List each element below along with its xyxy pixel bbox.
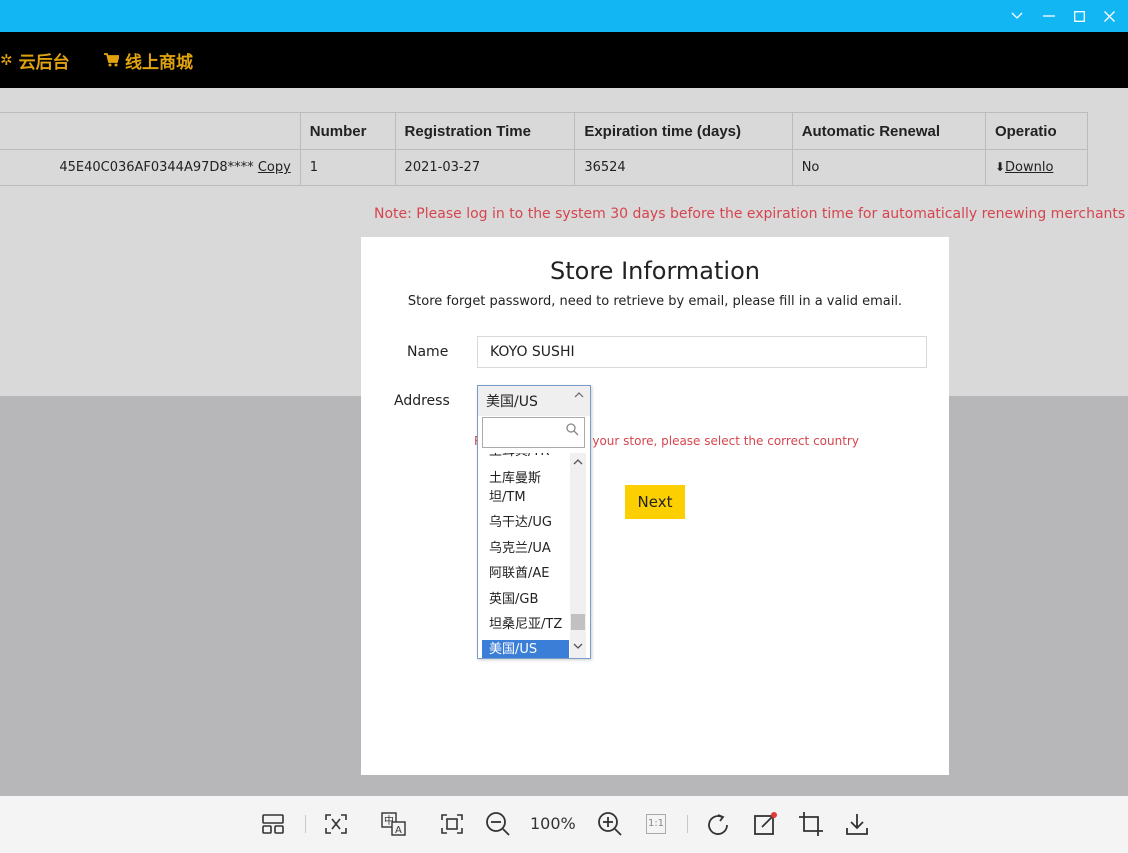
country-option-selected[interactable]: 美国/US [482,640,569,658]
cell-expiration-days: 36524 [574,149,793,186]
cart-icon [104,53,119,67]
country-option[interactable]: 土耳其/TR [482,453,569,461]
fit-screen-icon[interactable] [322,810,350,838]
country-dropdown[interactable]: 美国/US 土耳其/TR 土库曼斯坦/TM 乌干达/UG 乌克兰/UA 阿联酋/… [477,385,591,659]
expiration-note: Note: Please log in to the system 30 day… [374,206,1128,222]
next-button[interactable]: Next [625,485,685,519]
country-list-scrollbar[interactable] [570,453,586,658]
crop-icon[interactable] [797,810,825,838]
cell-operation: ⬇Downlo [984,149,1089,186]
layout-icon[interactable] [259,810,287,838]
table-row: 45E40C036AF0344A97D8**** Copy 1 2021-03-… [0,149,1089,186]
store-info-modal: Store Information Store forget password,… [361,237,949,775]
toolbar-divider [305,815,306,833]
window-titlebar [0,0,1128,32]
country-option[interactable]: 乌克兰/UA [482,539,569,558]
column-header-automatic-renewal: Automatic Renewal [791,112,986,150]
zoom-in-icon[interactable] [596,810,624,838]
nav-cloud-backend[interactable]: ✲ 云后台 [0,32,70,88]
country-select[interactable]: 美国/US [478,386,590,416]
cell-code: 45E40C036AF0344A97D8**** Copy [0,149,301,186]
translate-icon[interactable]: 中A [380,810,408,838]
country-option[interactable]: 土库曼斯坦/TM [482,469,569,507]
zoom-out-icon[interactable] [484,810,512,838]
window-close-icon[interactable] [1094,0,1124,32]
app-window: ✲ 云后台 线上商城 ode Number Registration Time … [0,32,1128,853]
scroll-up-icon[interactable] [570,455,586,471]
nav-cloud-backend-label: 云后台 [18,52,70,73]
toolbar-divider [687,815,688,833]
image-viewer-toolbar: 中A 100% 1:1 [0,796,1128,853]
cell-registration-time: 2021-03-27 [394,149,576,186]
address-hint-text: your store, please select the correct co… [592,434,859,448]
actual-size-icon[interactable]: 1:1 [642,810,670,838]
cell-number: 1 [299,149,396,186]
name-label: Name [407,344,449,360]
chevron-up-icon [574,391,584,399]
column-header-registration-time: Registration Time [394,112,576,150]
modal-subtitle: Store forget password, need to retrieve … [407,294,903,309]
nav-online-mall[interactable]: 线上商城 [104,32,193,88]
app-header: ✲ 云后台 线上商城 [0,32,1128,88]
window-minimize-icon[interactable] [1034,0,1064,32]
column-header-operation: Operatio [984,112,1089,150]
rotate-icon[interactable] [704,810,732,838]
country-option[interactable]: 英国/GB [482,590,569,609]
download-icon: ⬇ [994,160,1006,174]
scrollbar-thumb[interactable] [571,614,585,630]
column-header-number: Number [299,112,396,150]
name-input[interactable] [477,336,927,368]
download-icon[interactable] [843,810,871,838]
scroll-down-icon[interactable] [570,639,586,655]
license-code: 45E40C036AF0344A97D8**** [59,160,254,175]
window-maximize-icon[interactable] [1064,0,1094,32]
cell-auto-renewal: No [791,149,986,186]
gear-icon: ✲ [0,51,13,69]
download-link[interactable]: Downlo [1005,160,1053,175]
country-options-list: 土耳其/TR 土库曼斯坦/TM 乌干达/UG 乌克兰/UA 阿联酋/AE 英国/… [478,453,570,658]
edit-icon[interactable] [752,810,780,838]
address-label: Address [394,393,450,409]
country-option[interactable]: 坦桑尼亚/TZ [482,615,569,634]
svg-text:A: A [395,825,402,836]
zoom-level: 100% [530,814,576,833]
nav-online-mall-label: 线上商城 [125,52,193,73]
actual-size-label: 1:1 [646,814,666,834]
column-header-expiration-time: Expiration time (days) [574,112,793,150]
modal-title: Store Information [550,257,760,285]
copy-link[interactable]: Copy [258,160,291,175]
country-option[interactable]: 乌干达/UG [482,513,569,532]
license-table: ode Number Registration Time Expiration … [0,112,1089,186]
column-header-code: ode [0,112,301,150]
table-header-row: ode Number Registration Time Expiration … [0,112,1089,150]
search-icon [566,423,579,436]
window-menu-chevron-icon[interactable] [1002,0,1032,32]
fullscreen-icon[interactable] [438,810,466,838]
country-option[interactable]: 阿联酋/AE [482,564,569,583]
country-selected-value: 美国/US [486,394,538,410]
